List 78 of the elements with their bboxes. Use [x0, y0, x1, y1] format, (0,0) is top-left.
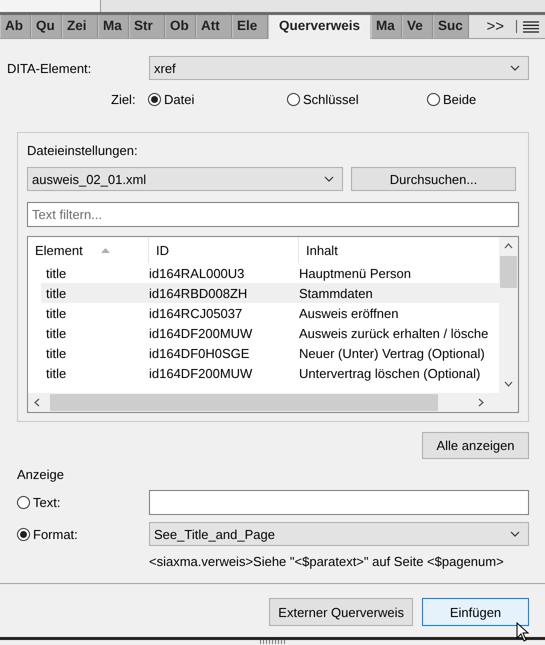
format-preview: <siaxma.verweis>Siehe "<$paratext>" auf Seite <$pagenum>	[149, 554, 504, 569]
panel-tab[interactable]: Ma	[371, 15, 402, 38]
scroll-down-icon[interactable]	[504, 381, 513, 387]
table-cell: title	[46, 306, 66, 320]
menu-icon[interactable]	[523, 20, 539, 32]
table-cell: Hauptmenü Person	[299, 266, 412, 280]
table-row[interactable]: title id164RCJ05037 Ausweis eröffnen	[41, 303, 499, 323]
table-cell: title	[46, 366, 66, 380]
radio-label[interactable]: Format:	[33, 526, 78, 542]
vertical-scrollbar[interactable]	[499, 237, 518, 393]
format-dropdown[interactable]: See_Title_and_Page	[149, 522, 529, 546]
table-row[interactable]: title id164RAL000U3 Hauptmenü Person	[41, 263, 499, 283]
table-cell: id164RBD008ZH	[149, 286, 248, 300]
caret-icon	[510, 65, 520, 71]
table-cell: Ausweis eröffnen	[299, 306, 398, 320]
column-header[interactable]: Element	[28, 237, 149, 263]
scrollbar-thumb[interactable]	[500, 256, 517, 288]
panel-tab[interactable]: Ve	[402, 15, 434, 38]
radio-button[interactable]	[17, 528, 30, 540]
panel-tab[interactable]: Ob	[165, 15, 196, 38]
radio-button[interactable]	[148, 92, 161, 106]
browse-button[interactable]: Durchsuchen...	[351, 167, 516, 191]
tab-overflow-button[interactable]: >>	[486, 15, 510, 38]
field-label: Ziel:	[111, 92, 137, 106]
scroll-right-icon[interactable]	[478, 398, 484, 407]
dialog-button[interactable]: Einfügen	[422, 598, 529, 626]
table-row[interactable]: title id164DF200MUW Untervertrag löschen (Optional)	[41, 363, 499, 383]
field-label: DITA-Element:	[7, 60, 92, 76]
scrollbar-thumb[interactable]	[50, 394, 438, 411]
table-cell: Stammdaten	[299, 286, 373, 300]
table-row[interactable]: title id164DF0H0SGE Neuer (Unter) Vertrag (Optional)	[41, 343, 499, 363]
file-dropdown[interactable]: ausweis_02_01.xml	[27, 167, 343, 191]
table-cell: Untervertrag löschen (Optional)	[299, 366, 480, 380]
table-cell: id164DF200MUW	[149, 326, 252, 340]
radio-label[interactable]: Text:	[33, 495, 60, 510]
table-cell: id164RCJ05037	[149, 306, 242, 320]
radio-button[interactable]	[427, 92, 440, 106]
column-header[interactable]: ID	[149, 237, 299, 263]
panel-tab[interactable]: Zei	[62, 15, 98, 38]
table-cell: Ausweis zurück erhalten / lösche	[299, 326, 488, 340]
panel-tab[interactable]: Ele	[232, 15, 268, 38]
scroll-left-icon[interactable]	[34, 398, 40, 407]
cursor-icon	[516, 622, 530, 642]
table-cell: title	[46, 286, 66, 300]
table-cell: id164DF200MUW	[149, 366, 252, 380]
radio-label[interactable]: Beide	[443, 92, 476, 106]
panel-tab[interactable]: Querverweis	[268, 15, 372, 39]
panel-tab[interactable]: Str	[129, 15, 165, 38]
radio-button[interactable]	[287, 92, 300, 106]
radio-label[interactable]: Datei	[164, 92, 194, 106]
element-dropdown[interactable]: xref	[149, 56, 529, 80]
horizontal-scrollbar[interactable]	[28, 393, 499, 412]
filter-field[interactable]: Text filtern...	[27, 202, 519, 227]
text-field[interactable]	[149, 490, 529, 515]
radio-label[interactable]: Schlüssel	[303, 92, 359, 106]
panel-tab[interactable]: Suc	[433, 15, 470, 38]
table-row[interactable]: title id164DF200MUW Ausweis zurück erhalten / lösche	[41, 323, 499, 343]
table-cell: title	[46, 326, 66, 340]
panel-tab[interactable]: Att	[196, 15, 232, 38]
panel-tab[interactable]: Ma	[98, 15, 129, 38]
panel-tab[interactable]: Ab	[0, 15, 31, 38]
resize-grip[interactable]	[260, 640, 285, 644]
radio-button[interactable]	[17, 496, 30, 509]
table-cell: id164RAL000U3	[149, 266, 244, 280]
scroll-up-icon[interactable]	[504, 243, 513, 249]
caret-icon	[510, 531, 520, 537]
group-title: Dateieinstellungen:	[27, 143, 138, 158]
table-cell: title	[46, 266, 66, 280]
table-cell: title	[46, 346, 66, 360]
caret-icon	[324, 176, 334, 182]
dialog-button[interactable]: Externer Querverweis	[269, 598, 413, 626]
column-header[interactable]: Inhalt	[299, 237, 499, 263]
panel-tab[interactable]: Qu	[31, 15, 62, 38]
table-cell: Neuer (Unter) Vertrag (Optional)	[299, 346, 485, 360]
table-row[interactable]: title id164RBD008ZH Stammdaten	[41, 283, 499, 303]
section-title: Anzeige	[17, 467, 64, 482]
show-all-button[interactable]: Alle anzeigen	[422, 432, 529, 459]
table-cell: id164DF0H0SGE	[149, 346, 250, 360]
